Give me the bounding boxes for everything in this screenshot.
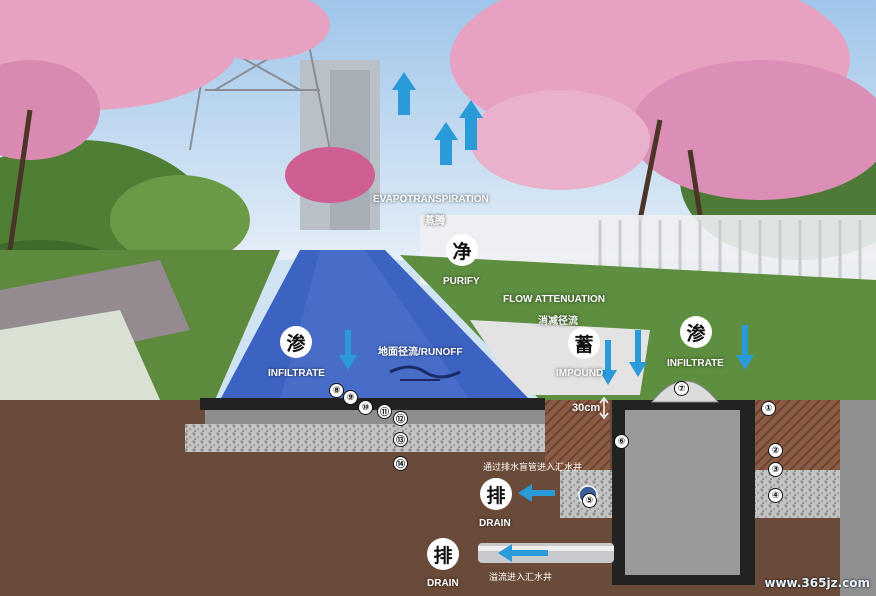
layer-base (205, 410, 545, 424)
infiltrate-label-right: INFILTRATE (667, 358, 724, 369)
drain-label-lower: DRAIN (427, 578, 459, 589)
infiltrate-icon-left: 渗 (280, 326, 312, 358)
layer-gravel (185, 424, 560, 452)
blind-pipe-note: 通过排水盲管进入汇水井 (483, 463, 583, 473)
purify-icon: 净 (446, 234, 478, 266)
purify-label: PURIFY (443, 276, 480, 287)
drain-icon-upper: 排 (480, 478, 512, 510)
scene-illustration (0, 0, 876, 596)
depth-label: 30cm (572, 402, 601, 414)
callout-14: ⑭ (393, 456, 408, 471)
flow-attenuation-cn-label: 消减径流 (538, 316, 578, 327)
callout-6: ⑥ (614, 434, 629, 449)
callout-3: ③ (768, 462, 783, 477)
callout-10: ⑩ (358, 400, 373, 415)
callout-8: ⑧ (329, 383, 344, 398)
callout-7: ⑦ (674, 381, 689, 396)
callout-2: ② (768, 443, 783, 458)
callout-11: ⑪ (377, 404, 392, 419)
flow-attenuation-label: FLOW ATTENUATION (503, 294, 606, 305)
impound-label: IMPOUND (556, 368, 604, 379)
callout-5: ⑤ (582, 493, 597, 508)
drain-icon-lower: 排 (427, 538, 459, 570)
callout-9: ⑨ (343, 390, 358, 405)
watermark: www.365jz.com (764, 576, 870, 590)
callout-13: ⑬ (393, 432, 408, 447)
drain-label-upper: DRAIN (479, 518, 511, 529)
diagram-canvas: EVAPOTRANSPIRATION 蒸腾 净 PURIFY FLOW ATTE… (0, 0, 876, 596)
infiltrate-label-left: INFILTRATE (268, 368, 325, 379)
callout-4: ④ (768, 488, 783, 503)
callout-1: ① (761, 401, 776, 416)
overflow-note: 溢流进入汇水井 (489, 573, 553, 583)
runoff-label: 地面径流/RUNOFF (378, 347, 463, 358)
evapotranspiration-cn-label: 蒸腾 (425, 216, 445, 227)
infiltrate-icon-right: 渗 (680, 316, 712, 348)
evapotranspiration-label: EVAPOTRANSPIRATION (373, 194, 489, 205)
callout-12: ⑫ (393, 411, 408, 426)
impound-icon: 蓄 (568, 327, 600, 359)
